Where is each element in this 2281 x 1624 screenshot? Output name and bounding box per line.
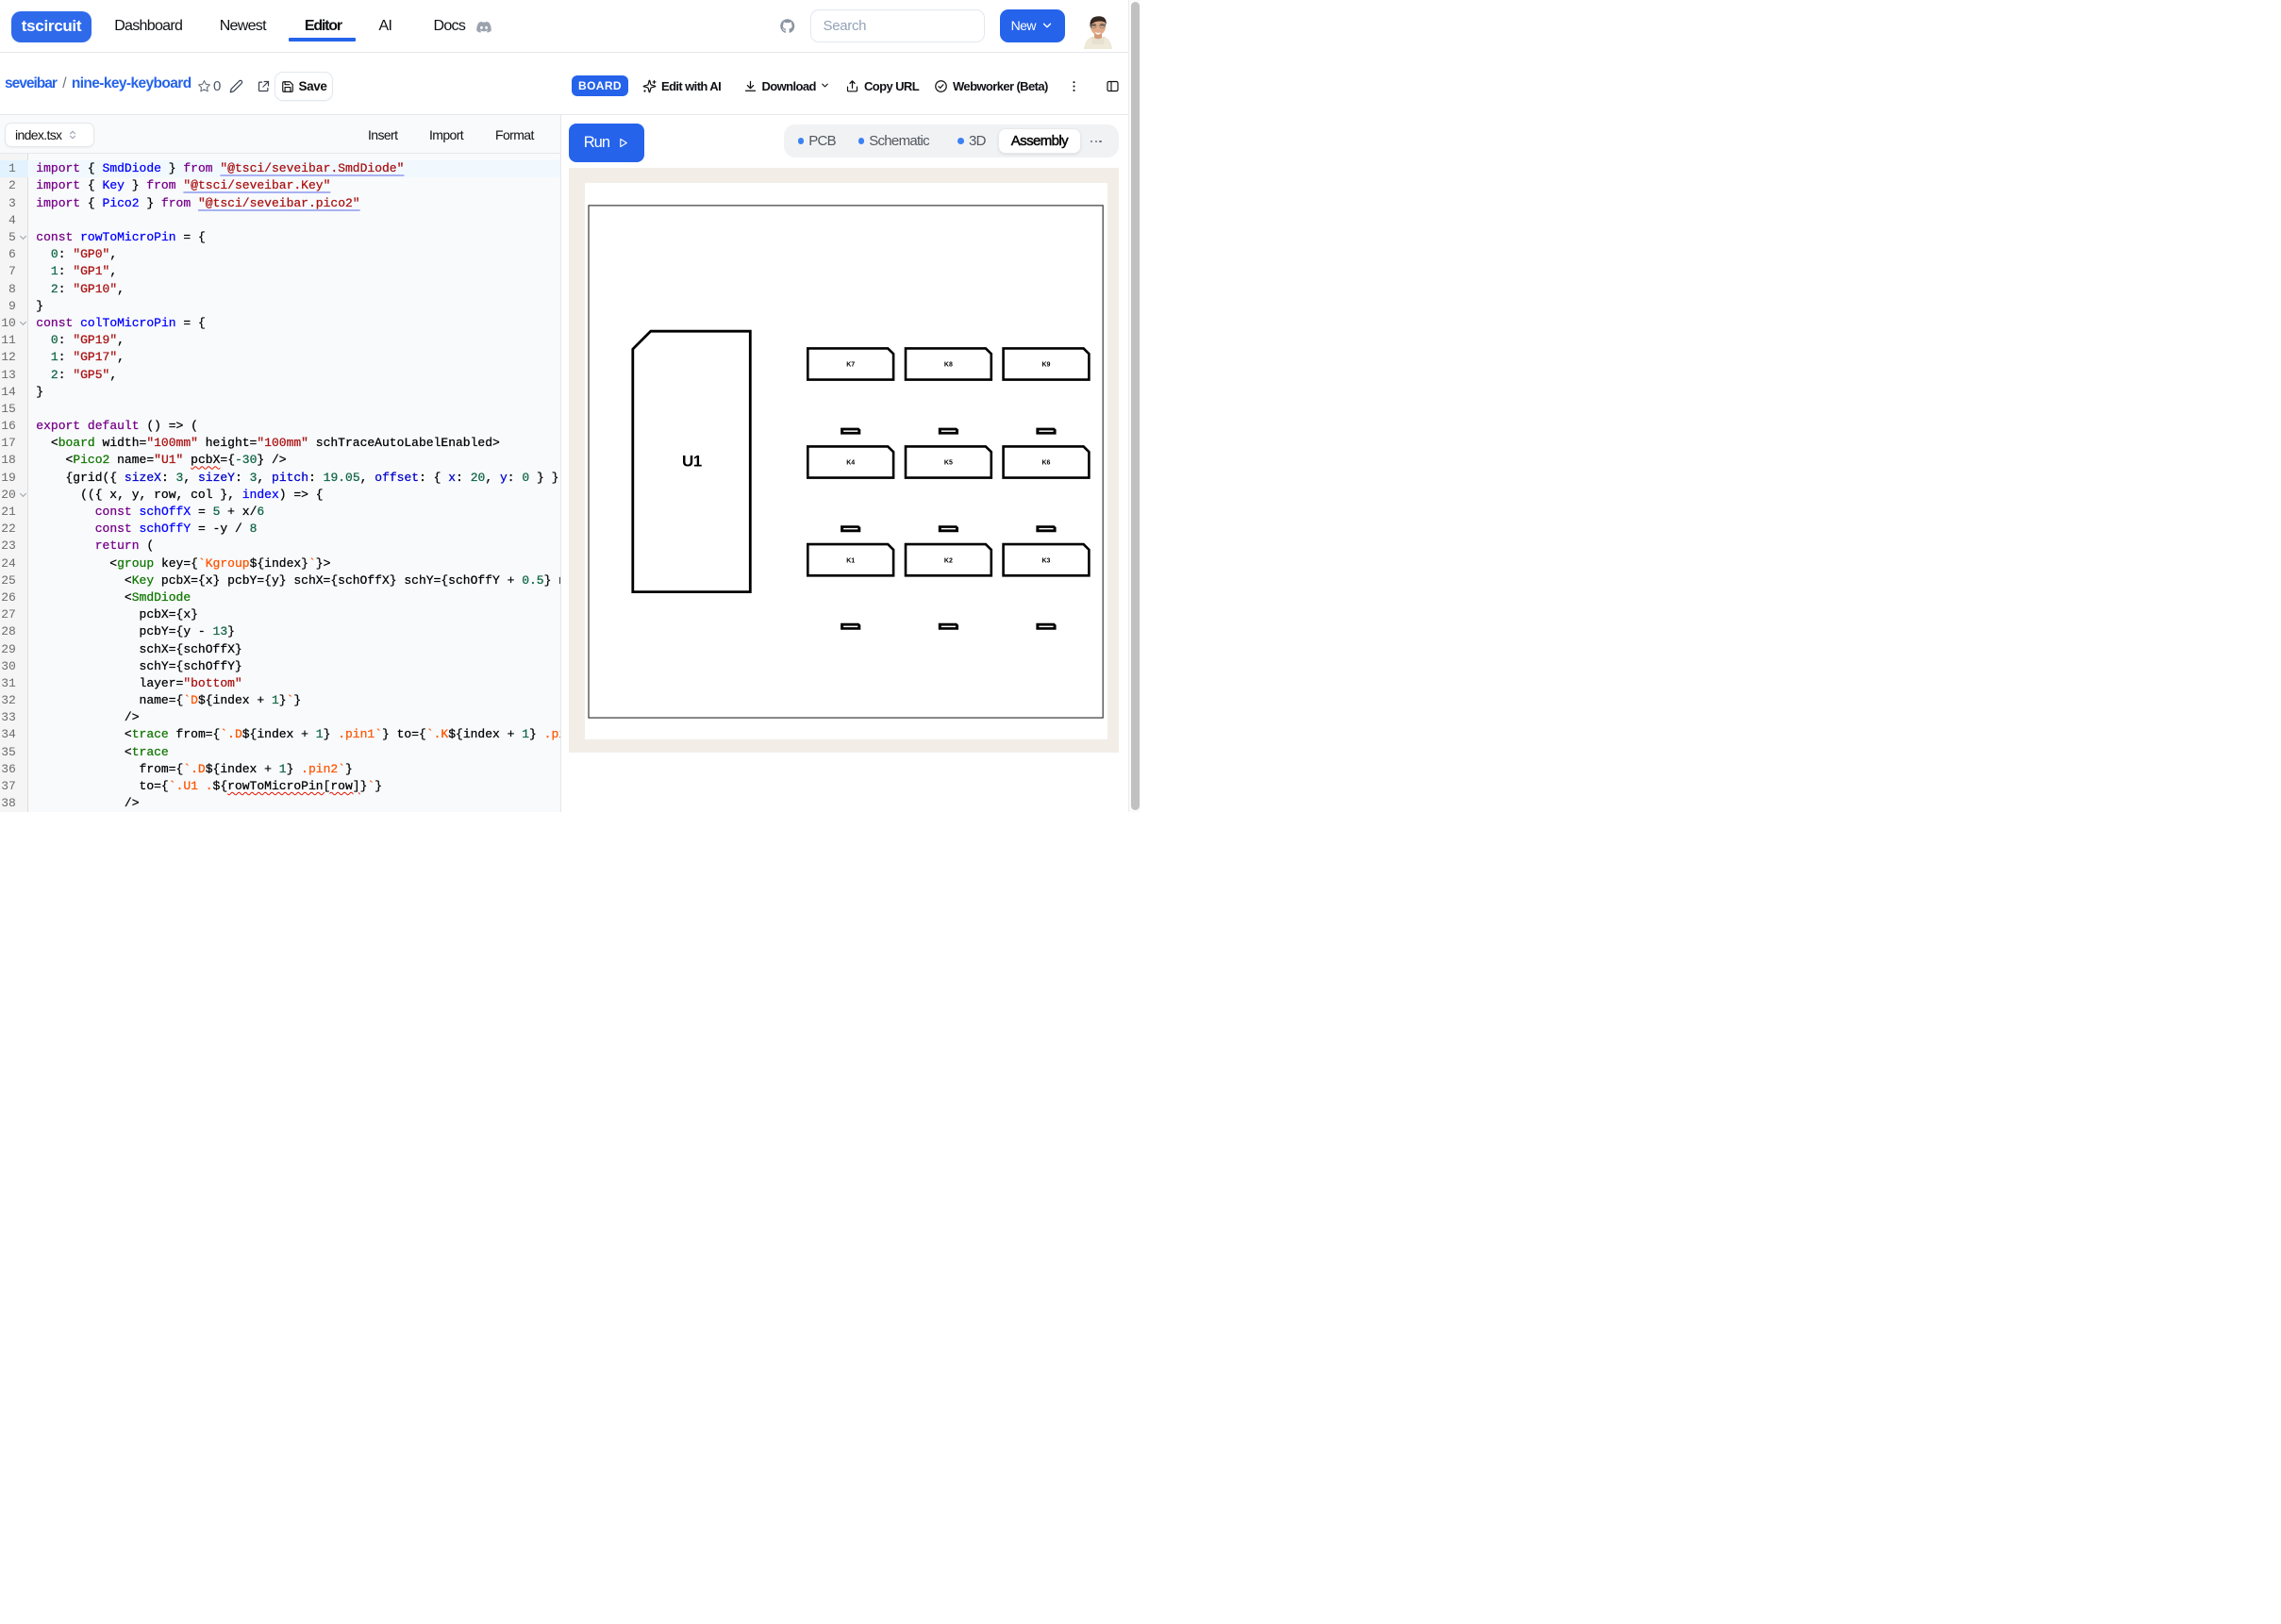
svg-text:K3: K3 [1042, 557, 1051, 564]
svg-text:K1: K1 [846, 557, 855, 564]
svg-text:K2: K2 [944, 557, 953, 564]
svg-text:K8: K8 [944, 361, 953, 368]
svg-text:K9: K9 [1042, 361, 1051, 368]
svg-text:K4: K4 [846, 459, 855, 466]
svg-text:K7: K7 [846, 361, 855, 368]
svg-text:K6: K6 [1042, 459, 1051, 466]
svg-text:U1: U1 [682, 452, 702, 470]
svg-text:K5: K5 [944, 459, 953, 466]
